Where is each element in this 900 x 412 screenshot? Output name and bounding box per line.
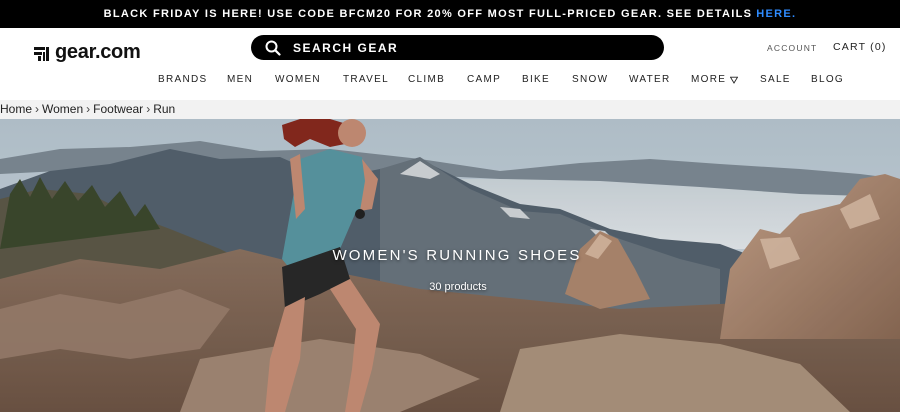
triangle-down-icon	[730, 76, 739, 84]
breadcrumb-home[interactable]: Home	[0, 102, 32, 116]
nav-item-women[interactable]: WOMEN	[275, 74, 321, 85]
nav-item-bike[interactable]: BIKE	[522, 74, 550, 85]
account-link[interactable]: ACCOUNT	[767, 43, 817, 53]
hero-title: WOMEN'S RUNNING SHOES	[332, 247, 582, 264]
breadcrumb-footwear[interactable]: Footwear	[93, 102, 143, 116]
nav-item-blog[interactable]: BLOG	[811, 74, 844, 85]
breadcrumb-current: Run	[153, 102, 176, 116]
search-input[interactable]	[293, 40, 623, 55]
nav-item-sale[interactable]: SALE	[760, 74, 791, 85]
search-icon[interactable]	[265, 40, 281, 56]
breadcrumb-bar: Home › Women › Footwear › Run	[0, 100, 900, 119]
nav-item-travel[interactable]: TRAVEL	[343, 74, 389, 85]
nav-more-label: MORE	[691, 74, 727, 85]
nav-item-more[interactable]: MORE	[691, 74, 739, 85]
nav-item-men[interactable]: MEN	[227, 74, 253, 85]
promo-text: BLACK FRIDAY IS HERE! USE CODE BFCM20 FO…	[103, 8, 753, 20]
breadcrumb-separator: ›	[86, 102, 91, 116]
logo-text: gear.com	[55, 41, 141, 63]
hero-banner: WOMEN'S RUNNING SHOES 30 products	[0, 119, 900, 412]
cart-link[interactable]: CART (0)	[833, 41, 887, 53]
nav-item-climb[interactable]: CLIMB	[408, 74, 445, 85]
nav-item-snow[interactable]: SNOW	[572, 74, 608, 85]
breadcrumb-separator: ›	[146, 102, 151, 116]
search-bar[interactable]	[251, 35, 664, 60]
product-count: 30 products	[429, 281, 487, 293]
site-header: gear.com ACCOUNT CART (0) BRANDS MEN WOM…	[0, 28, 900, 100]
breadcrumb-separator: ›	[35, 102, 40, 116]
breadcrumb-women[interactable]: Women	[42, 102, 83, 116]
gear-logo-icon	[34, 46, 49, 61]
logo[interactable]: gear.com	[33, 41, 141, 64]
promo-details-link[interactable]: HERE.	[756, 8, 796, 20]
nav-item-brands[interactable]: BRANDS	[158, 74, 207, 85]
nav-item-camp[interactable]: CAMP	[467, 74, 501, 85]
promo-bar: BLACK FRIDAY IS HERE! USE CODE BFCM20 FO…	[0, 0, 900, 28]
hero-image	[0, 119, 900, 412]
breadcrumb: Home › Women › Footwear › Run	[0, 102, 175, 116]
nav-item-water[interactable]: WATER	[629, 74, 671, 85]
main-nav: BRANDS MEN WOMEN TRAVEL CLIMB CAMP BIKE …	[0, 74, 900, 92]
